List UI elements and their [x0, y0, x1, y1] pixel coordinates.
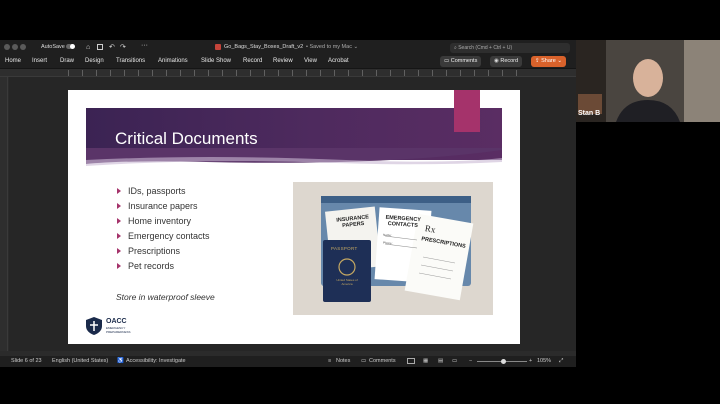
search-placeholder: Search (Cmd + Ctrl + U) — [458, 45, 513, 51]
title-bar: AutoSave ⌂ ↶ ↷ ··· Go_Bags_Stay_Boxes_Dr… — [0, 40, 576, 55]
autosave-toggle[interactable] — [66, 44, 75, 49]
bullet-item: Home inventory — [116, 216, 210, 231]
comment-icon: ▭ — [444, 58, 450, 64]
notes-icon: ≡ — [328, 358, 332, 364]
record-button-label: Record — [500, 58, 519, 64]
document-title[interactable]: Go_Bags_Stay_Boxes_Draft_v2 — [224, 44, 303, 50]
zoom-slider-thumb[interactable] — [501, 359, 506, 364]
tab-transitions[interactable]: Transitions — [116, 58, 145, 64]
more-icon[interactable]: ··· — [141, 42, 148, 49]
slide-sorter-icon[interactable]: ▦ — [423, 358, 428, 364]
autosave-label: AutoSave — [41, 44, 65, 50]
redo-icon[interactable]: ↷ — [120, 43, 126, 51]
tab-slide-show[interactable]: Slide Show — [201, 58, 231, 64]
save-status[interactable]: • Saved to my Mac ⌄ — [306, 44, 358, 50]
passport-country-label: United States of America — [336, 278, 358, 286]
pptx-file-icon — [215, 44, 221, 50]
slide[interactable]: Critical Documents IDs, passports Insura… — [68, 90, 520, 344]
documents-photo[interactable]: INSURANCE PAPERS EMERGENCY CONTACTS Name… — [293, 182, 493, 315]
vertical-ruler — [0, 77, 8, 351]
tab-design[interactable]: Design — [85, 58, 104, 64]
share-button[interactable]: ⇪ Share ⌄ — [531, 56, 566, 67]
tab-home[interactable]: Home — [5, 58, 21, 64]
zoom-slider[interactable] — [477, 359, 527, 364]
slide-counter: Slide 6 of 23 — [11, 358, 42, 364]
record-button[interactable]: ◉ Record — [490, 56, 523, 67]
tab-view[interactable]: View — [304, 58, 317, 64]
passport-label: PASSPORT — [331, 246, 358, 251]
phone-field-label: Phone: — [382, 240, 393, 246]
chevron-down-icon: ⌄ — [557, 58, 562, 64]
tab-insert[interactable]: Insert — [32, 58, 47, 64]
reading-view-icon[interactable]: ▤ — [438, 358, 443, 364]
name-field-label: Name: — [382, 232, 392, 238]
logo-text: OACC — [106, 318, 127, 325]
search-input[interactable]: ⌕ Search (Cmd + Ctrl + U) — [450, 43, 570, 53]
comments-button-label: Comments — [450, 58, 478, 64]
record-icon: ◉ — [494, 58, 499, 64]
ribbon-tabs: Home Insert Draw Design Transitions Anim… — [0, 55, 576, 69]
accessibility-status[interactable]: Accessibility: Investigate — [126, 358, 186, 364]
zoom-in-icon[interactable]: + — [529, 358, 532, 364]
tab-acrobat[interactable]: Acrobat — [328, 58, 349, 64]
tab-draw[interactable]: Draw — [60, 58, 74, 64]
logo-subtext: EMERGENCY PREPAREDNESS — [106, 326, 131, 334]
accent-box — [454, 90, 480, 132]
accessibility-icon: ♿ — [117, 358, 124, 364]
horizontal-ruler — [0, 69, 576, 77]
share-icon: ⇪ — [535, 58, 540, 64]
banner-swoosh — [86, 148, 502, 166]
tab-record[interactable]: Record — [243, 58, 262, 64]
fit-slide-icon[interactable]: ⤢ — [559, 358, 563, 365]
notes-button[interactable]: Notes — [336, 358, 350, 364]
window-close-button[interactable] — [4, 44, 10, 50]
storage-note[interactable]: Store in waterproof sleeve — [116, 292, 215, 302]
save-icon[interactable] — [97, 44, 103, 50]
bullet-item: Pet records — [116, 261, 210, 276]
zoom-level[interactable]: 105% — [537, 358, 551, 364]
participant-name: Stan B — [578, 110, 601, 117]
comments-button[interactable]: ▭ Comments — [440, 56, 482, 67]
normal-view-icon[interactable] — [407, 358, 415, 364]
share-button-label: Share — [541, 58, 556, 64]
bullet-item: Emergency contacts — [116, 231, 210, 246]
slideshow-icon[interactable]: ▭ — [452, 358, 457, 364]
status-bar: Slide 6 of 23 English (United States) ♿ … — [0, 356, 576, 367]
bullet-item: IDs, passports — [116, 186, 210, 201]
window-minimize-button[interactable] — [12, 44, 18, 50]
bullet-item: Insurance papers — [116, 201, 210, 216]
zoom-out-icon[interactable]: − — [469, 358, 472, 364]
rx-symbol: Rx — [424, 223, 437, 235]
bullet-list[interactable]: IDs, passports Insurance papers Home inv… — [116, 186, 210, 276]
undo-icon[interactable]: ↶ — [109, 43, 115, 51]
comment-icon: ▭ — [361, 358, 367, 364]
search-icon: ⌕ — [454, 45, 457, 51]
oacc-logo: OACC EMERGENCY PREPAREDNESS — [86, 315, 136, 337]
tab-review[interactable]: Review — [273, 58, 293, 64]
tab-animations[interactable]: Animations — [158, 58, 188, 64]
shield-icon — [86, 317, 102, 335]
home-icon[interactable]: ⌂ — [86, 44, 90, 51]
mouse-cursor — [68, 290, 71, 294]
slide-title[interactable]: Critical Documents — [115, 129, 258, 149]
comments-status-button[interactable]: Comments — [369, 358, 396, 364]
language-indicator[interactable]: English (United States) — [52, 358, 108, 364]
bullet-item: Prescriptions — [116, 246, 210, 261]
window-zoom-button[interactable] — [20, 44, 26, 50]
